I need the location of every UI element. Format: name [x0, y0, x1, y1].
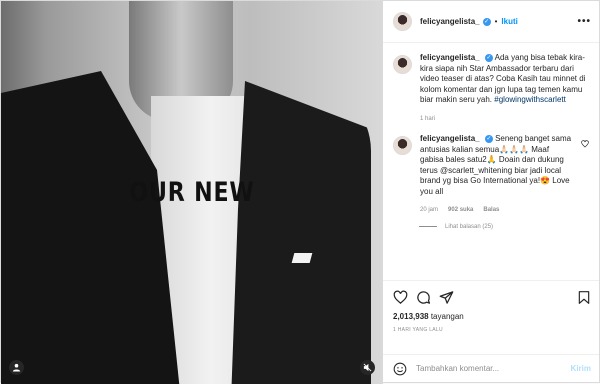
caption-time[interactable]: 1 hari: [420, 114, 435, 125]
video-overlay-text: OUR NEW: [129, 177, 255, 208]
header-username[interactable]: felicyangelista_: [420, 17, 480, 26]
heart-icon[interactable]: [393, 290, 408, 305]
reply-button[interactable]: Balas: [483, 205, 499, 216]
post-actions: 2,013,938 tayangan 1 HARI YANG LALU: [383, 280, 599, 354]
separator-dot: •: [494, 17, 498, 26]
comment-username[interactable]: felicyangelista_: [420, 134, 480, 143]
add-comment-bar: Kirim: [383, 354, 599, 382]
comment-time[interactable]: 20 jam: [420, 205, 438, 216]
emoji-icon[interactable]: [393, 362, 407, 376]
mute-icon: [363, 363, 372, 372]
comment-heart-icon[interactable]: [581, 140, 589, 148]
view-replies-label: Lihat balasan (25): [445, 223, 494, 230]
caption-hashtag[interactable]: #glowingwithscarlett: [494, 95, 566, 104]
avatar[interactable]: [393, 136, 412, 155]
verified-icon: ✓: [484, 53, 493, 62]
view-count-number: 2,013,938: [393, 312, 429, 321]
video-figure-jacket-right: [231, 81, 371, 384]
verified-icon: ✓: [482, 17, 491, 26]
view-count-label: tayangan: [430, 312, 464, 321]
post-timestamp[interactable]: 1 HARI YANG LALU: [393, 327, 591, 333]
view-replies-button[interactable]: Lihat balasan (25): [419, 224, 589, 230]
video-figure-pocket-square: [291, 253, 313, 263]
share-icon[interactable]: [439, 290, 454, 305]
post-container: OUR NEW felicyangelista_ ✓ • Ikuti ••• f…: [0, 0, 600, 384]
comment-likes[interactable]: 902 suka: [448, 205, 473, 216]
mute-button[interactable]: [360, 360, 375, 375]
user-tag-icon: [12, 363, 21, 372]
caption-username[interactable]: felicyangelista_: [420, 53, 480, 62]
avatar[interactable]: [393, 12, 412, 31]
post-header: felicyangelista_ ✓ • Ikuti •••: [383, 1, 599, 43]
follow-button[interactable]: Ikuti: [501, 17, 517, 26]
action-icons: [393, 287, 591, 307]
comment-input[interactable]: [416, 364, 571, 373]
avatar[interactable]: [393, 55, 412, 74]
replies-divider: [419, 226, 437, 227]
view-count[interactable]: 2,013,938 tayangan: [393, 312, 591, 321]
user-tag-button[interactable]: [9, 360, 24, 375]
comment-body: felicyangelista_ ✓ Seneng banget sama an…: [420, 134, 589, 216]
caption-body: felicyangelista_ ✓ Ada yang bisa tebak k…: [420, 53, 589, 124]
comment-meta: 20 jam 902 suka Balas: [420, 205, 573, 216]
more-icon[interactable]: •••: [577, 16, 591, 27]
comments-list: felicyangelista_ ✓ Ada yang bisa tebak k…: [383, 43, 599, 280]
post-side-panel: felicyangelista_ ✓ • Ikuti ••• felicyang…: [383, 1, 599, 382]
comment-text: Seneng banget sama antusias kalian semua…: [420, 134, 572, 196]
post-video[interactable]: OUR NEW: [1, 1, 383, 384]
comment-icon[interactable]: [416, 290, 431, 305]
list-item: felicyangelista_ ✓ Seneng banget sama an…: [393, 134, 589, 216]
caption-meta: 1 hari: [420, 114, 589, 125]
post-comment-button[interactable]: Kirim: [571, 364, 591, 373]
verified-icon: ✓: [484, 134, 493, 143]
bookmark-icon[interactable]: [577, 290, 591, 305]
caption: felicyangelista_ ✓ Ada yang bisa tebak k…: [393, 53, 589, 124]
